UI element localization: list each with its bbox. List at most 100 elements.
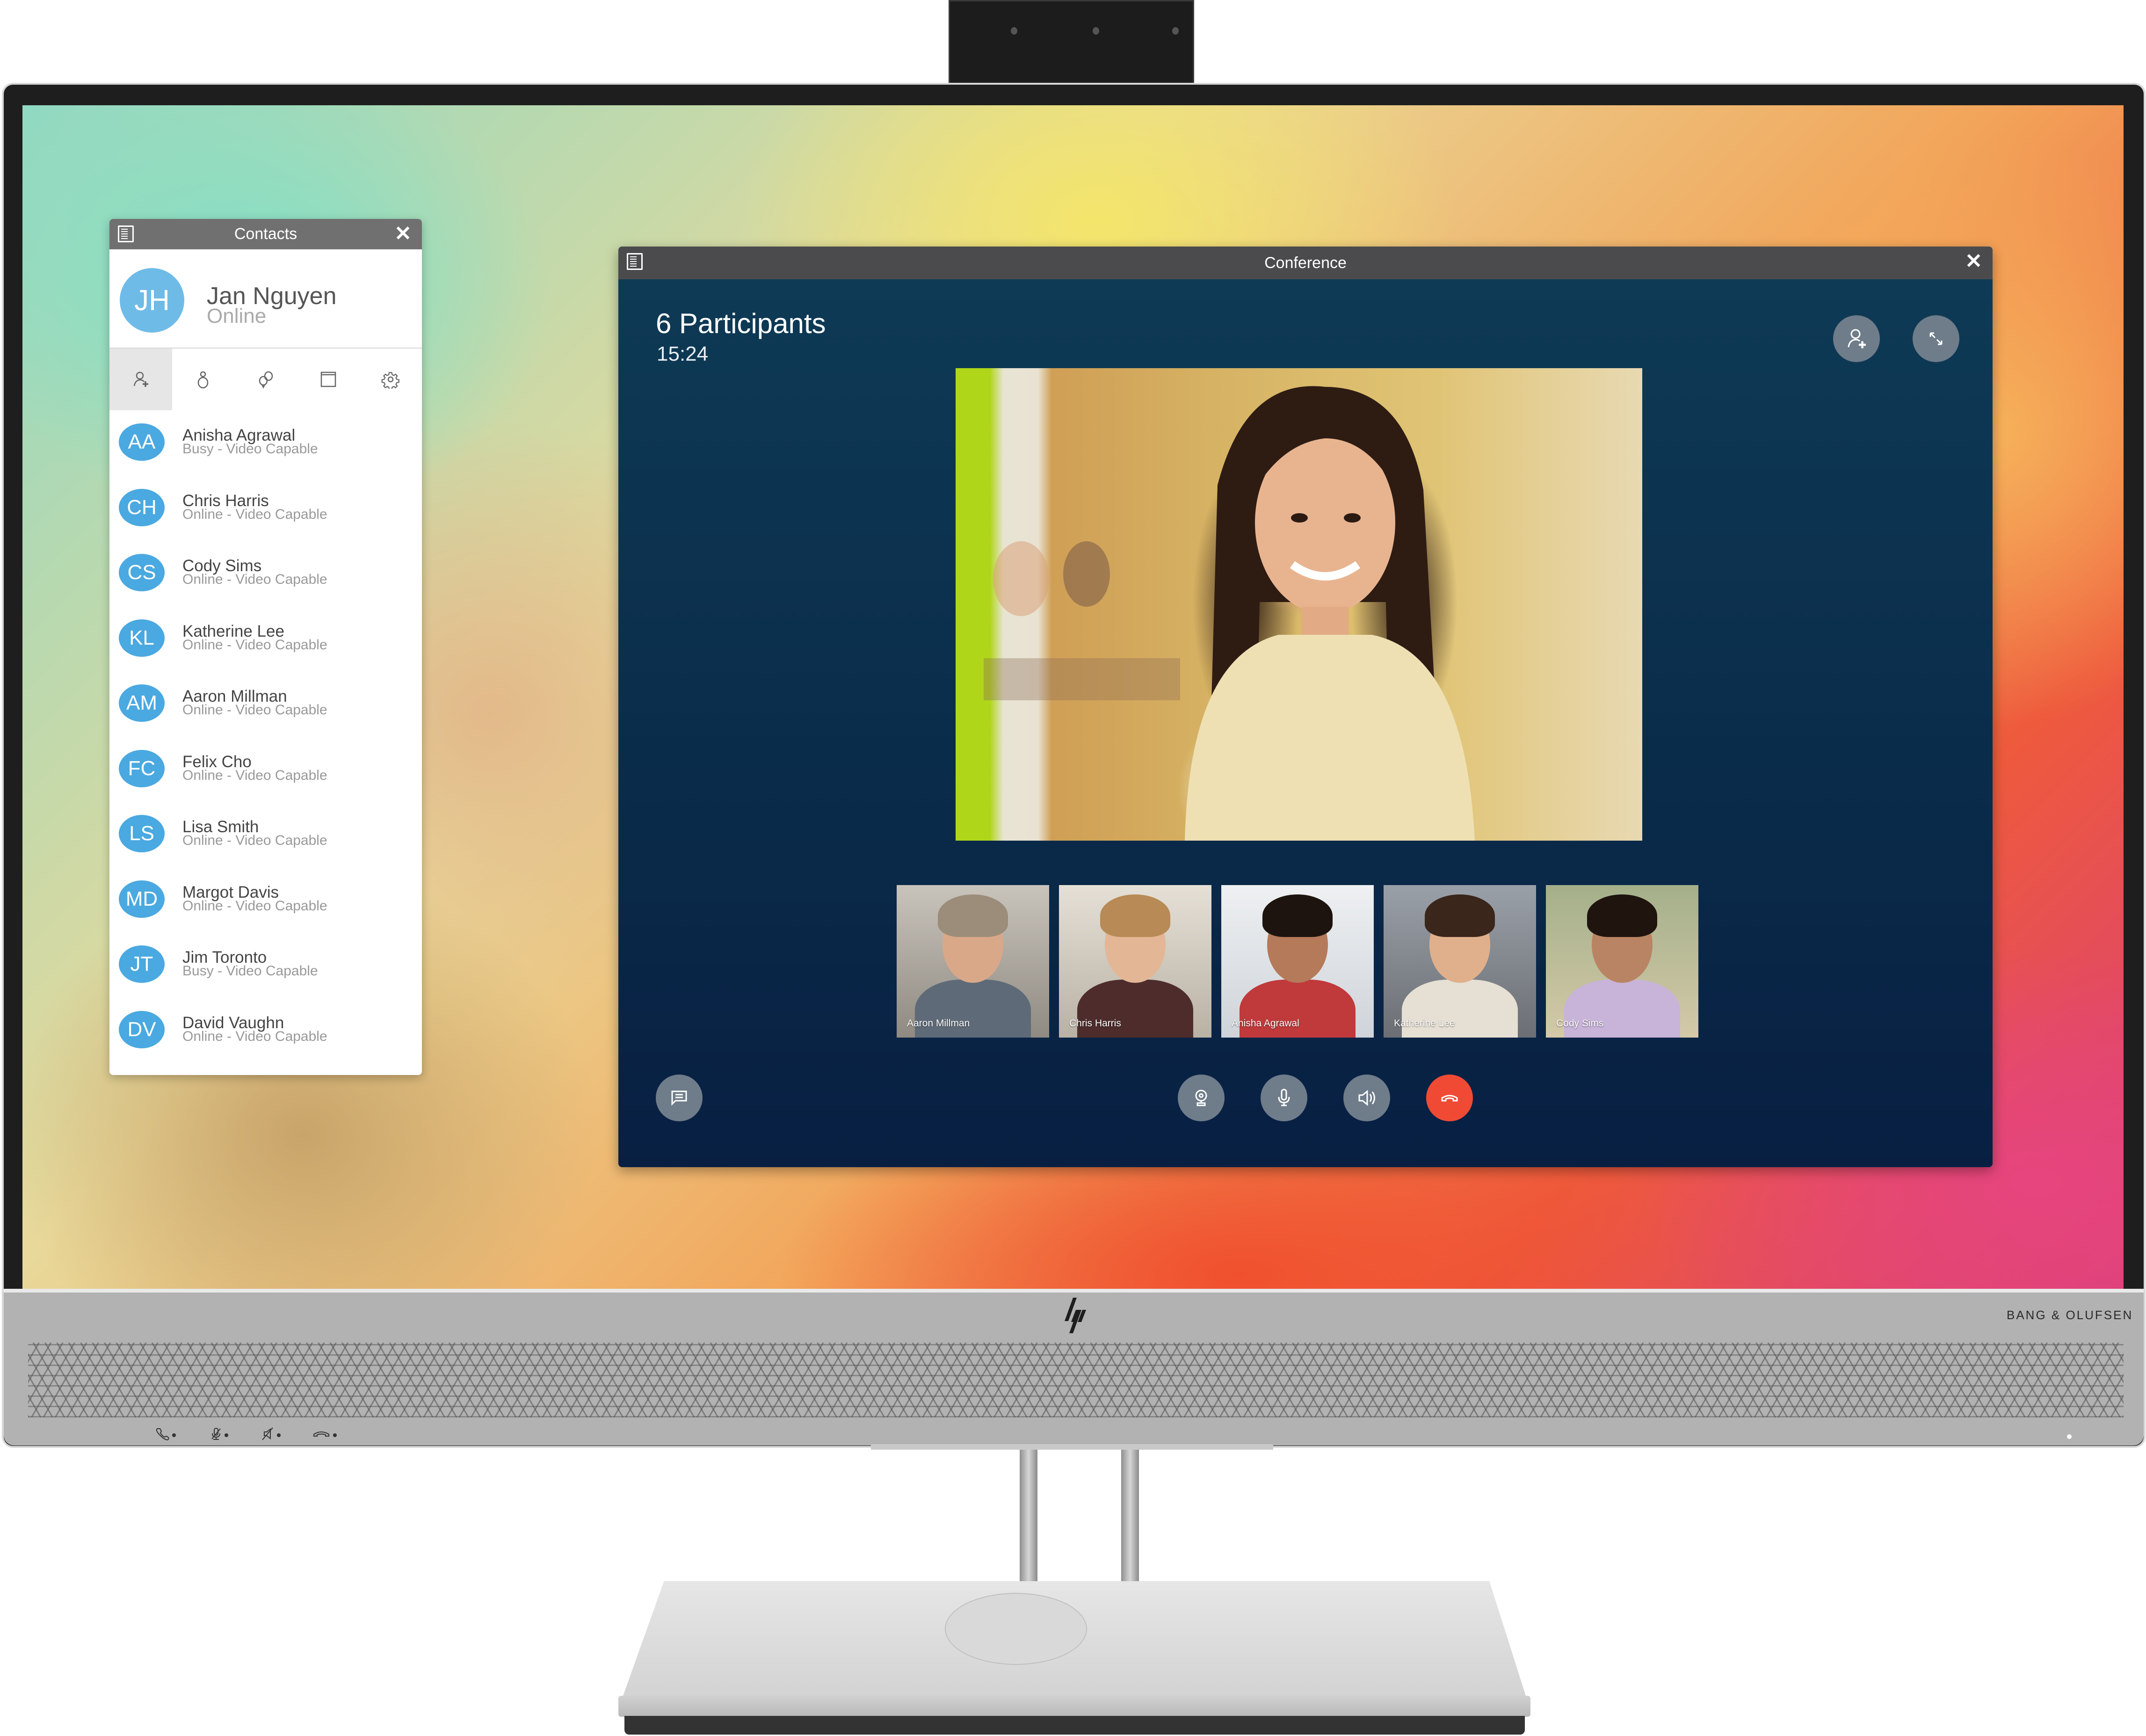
participant-name: Katherine Lee xyxy=(1394,1018,1455,1029)
tab-contacts[interactable] xyxy=(172,349,235,410)
conference-titlebar[interactable]: Conference ✕ xyxy=(618,247,1993,279)
contact-list: AA Anisha Agrawal Busy - Video Capable CH Ch… xyxy=(109,410,422,1071)
participant-name: Chris Harris xyxy=(1069,1018,1121,1029)
participant-hair xyxy=(1587,894,1657,937)
swivel-disc xyxy=(945,1593,1087,1665)
webcam-sensor-right xyxy=(1172,27,1179,35)
phone-answer-icon[interactable] xyxy=(154,1427,173,1441)
contact-item[interactable]: AA Anisha Agrawal Busy - Video Capable xyxy=(109,419,422,484)
hang-up-button[interactable] xyxy=(1426,1075,1473,1121)
tab-window[interactable] xyxy=(297,349,360,410)
participant-thumbnails: Aaron Millman Chris Harris Anisha Agrawal K… xyxy=(897,885,1698,1038)
participant-count: 6 Participants xyxy=(656,308,826,339)
camera-button[interactable] xyxy=(1178,1075,1225,1121)
expand-icon xyxy=(1929,332,1943,345)
contact-item[interactable]: CS Cody Sims Online - Video Capable xyxy=(109,549,422,615)
add-participant-button[interactable] xyxy=(1833,315,1880,362)
hp-logo xyxy=(1065,1298,1086,1333)
contact-item[interactable]: FC Felix Cho Online - Video Capable xyxy=(109,745,422,811)
power-led xyxy=(2067,1434,2072,1439)
participant-name: Anisha Agrawal xyxy=(1232,1018,1299,1029)
indicator-dot xyxy=(333,1433,337,1437)
microphone-button[interactable] xyxy=(1261,1075,1307,1121)
participant-name: Aaron Millman xyxy=(907,1018,970,1029)
tab-chat[interactable] xyxy=(234,349,297,410)
hang-up-icon xyxy=(1441,1095,1458,1102)
contact-status: Busy - Video Capable xyxy=(182,963,318,979)
contacts-window: Contacts ✕ JH Jan Nguyen Online AA Anisha… xyxy=(109,219,422,1075)
contact-item[interactable]: AM Aaron Millman Online - Video Capable xyxy=(109,680,422,745)
contact-item[interactable]: DV David Vaughn Online - Video Capable xyxy=(109,1006,422,1072)
contacts-tabs xyxy=(109,349,422,410)
chat-button[interactable] xyxy=(656,1075,703,1121)
participant-name: Cody Sims xyxy=(1556,1018,1604,1029)
avatar: JT xyxy=(119,945,165,983)
chat-icon xyxy=(671,1090,687,1106)
speaker-mute-icon[interactable] xyxy=(260,1427,278,1441)
contact-status: Online - Video Capable xyxy=(182,702,327,718)
participant-hair xyxy=(938,894,1008,937)
participant-thumbnail[interactable]: Anisha Agrawal xyxy=(1221,885,1374,1038)
indicator-dot xyxy=(172,1433,176,1437)
webcam-sensor-left xyxy=(1011,27,1017,35)
phone-hangup-icon[interactable] xyxy=(312,1427,331,1441)
main-video-feed xyxy=(956,368,1642,841)
speaker-icon xyxy=(1358,1090,1375,1106)
speaker-grille xyxy=(28,1343,2124,1417)
participant-thumbnail[interactable]: Katherine Lee xyxy=(1384,885,1536,1038)
profile-status: Online xyxy=(207,305,267,327)
app-icon xyxy=(118,225,134,242)
window-icon xyxy=(320,371,336,387)
contact-item[interactable]: MD Margot Davis Online - Video Capable xyxy=(109,876,422,941)
bang-olufsen-label: BANG & OLUFSEN xyxy=(2007,1308,2133,1322)
avatar: FC xyxy=(119,749,165,787)
close-icon[interactable]: ✕ xyxy=(394,223,412,245)
avatar: CS xyxy=(119,554,165,591)
user-profile: JH Jan Nguyen Online xyxy=(109,249,422,349)
mic-mute-icon[interactable] xyxy=(207,1427,226,1441)
call-timer: 15:24 xyxy=(657,342,709,365)
contact-status: Online - Video Capable xyxy=(182,506,327,522)
contact-item[interactable]: CH Chris Harris Online - Video Capable xyxy=(109,484,422,550)
close-icon[interactable]: ✕ xyxy=(1965,250,1982,273)
contact-status: Online - Video Capable xyxy=(182,898,327,914)
avatar: CH xyxy=(119,488,165,526)
tab-settings[interactable] xyxy=(359,349,422,410)
person-icon xyxy=(198,371,209,389)
active-speaker-image xyxy=(984,386,1475,841)
participant-hair xyxy=(1425,894,1495,937)
conference-title: Conference xyxy=(1264,254,1347,272)
person-add-icon xyxy=(1848,329,1866,349)
contacts-titlebar[interactable]: Contacts ✕ xyxy=(109,219,422,249)
webcam-icon xyxy=(1195,1090,1207,1106)
conference-window: Conference ✕ 6 Participants 15:24 Aaron … xyxy=(618,247,1993,1167)
indicator-dot xyxy=(225,1433,228,1437)
contacts-title: Contacts xyxy=(234,225,297,243)
tab-add-contact[interactable] xyxy=(109,349,172,410)
indicator-dot xyxy=(277,1433,281,1437)
participant-hair xyxy=(1100,894,1170,937)
participant-thumbnail[interactable]: Aaron Millman xyxy=(897,885,1049,1038)
pop-up-webcam xyxy=(949,0,1194,87)
participant-thumbnail[interactable]: Chris Harris xyxy=(1059,885,1211,1038)
avatar: AM xyxy=(119,684,165,722)
contact-status: Busy - Video Capable xyxy=(182,441,318,457)
contact-status: Online - Video Capable xyxy=(182,572,327,587)
contact-status: Online - Video Capable xyxy=(182,1028,327,1044)
avatar: JH xyxy=(120,268,184,333)
contact-item[interactable]: LS Lisa Smith Online - Video Capable xyxy=(109,810,422,876)
avatar: MD xyxy=(119,880,165,918)
contact-item[interactable]: JT Jim Toronto Busy - Video Capable xyxy=(109,941,422,1006)
chat-bubbles-icon xyxy=(259,371,273,389)
contact-status: Online - Video Capable xyxy=(182,767,327,783)
speaker-button[interactable] xyxy=(1343,1075,1390,1121)
webcam-lens xyxy=(1093,27,1099,35)
stand-base-foot xyxy=(624,1716,1525,1735)
contact-status: Online - Video Capable xyxy=(182,833,327,848)
contact-item[interactable]: KL Katherine Lee Online - Video Capable xyxy=(109,615,422,680)
stand-mount-plate xyxy=(871,1444,1273,1450)
fullscreen-button[interactable] xyxy=(1913,315,1959,362)
avatar: KL xyxy=(119,619,165,657)
avatar: LS xyxy=(119,815,165,852)
participant-thumbnail[interactable]: Cody Sims xyxy=(1546,885,1698,1038)
